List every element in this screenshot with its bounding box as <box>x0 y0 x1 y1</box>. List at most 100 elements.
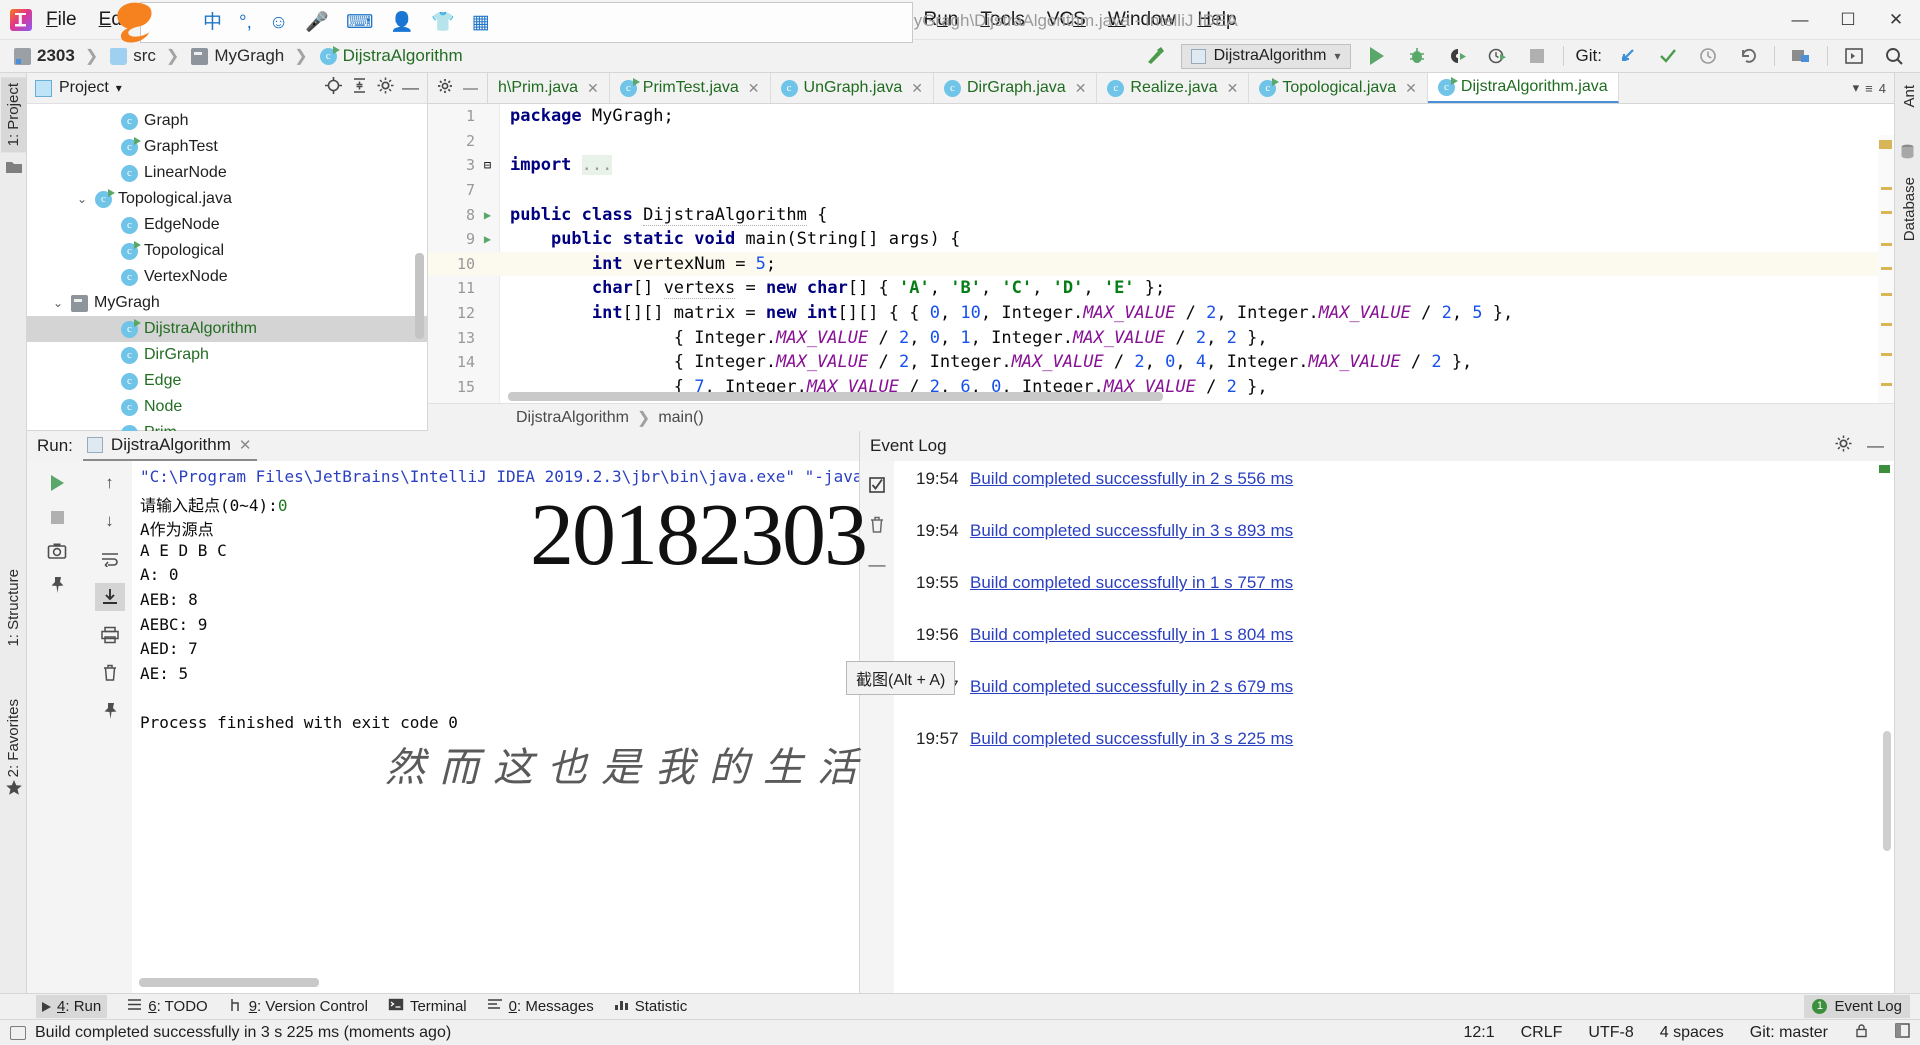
toolwindow-button-statistic[interactable]: Statistic <box>614 998 687 1015</box>
run-anything-button[interactable] <box>1840 43 1868 69</box>
sidebar-item-project[interactable]: 1: Project <box>1 77 26 153</box>
toolwindow-button-event-log[interactable]: 1 Event Log <box>1804 995 1910 1018</box>
close-icon[interactable]: ✕ <box>1227 80 1239 97</box>
sogou-ime-toolbar[interactable]: 中 °, ☺ 🎤 ⌨ 👤 👕 ▦ <box>140 2 913 43</box>
build-button[interactable] <box>1141 43 1169 69</box>
clear-log-icon[interactable] <box>862 511 892 539</box>
tree-item[interactable]: c Graph <box>27 108 427 134</box>
run-gutter-icon[interactable]: ▶ <box>475 232 500 246</box>
fold-icon[interactable]: ⊟ <box>475 158 500 172</box>
commit-button[interactable] <box>1654 43 1682 69</box>
run-side-toolbar-left[interactable] <box>27 461 87 993</box>
console-horizontal-scrollbar[interactable] <box>139 978 319 987</box>
event-log-entries[interactable]: 19:54 Build completed successfully in 2 s… <box>894 461 1894 993</box>
toolbox-icon[interactable]: ▦ <box>472 13 490 32</box>
close-button[interactable]: ✕ <box>1872 0 1920 40</box>
log-entry[interactable]: 19:54 Build completed successfully in 3 s… <box>916 521 1894 573</box>
editor-marker-bar[interactable] <box>1878 135 1894 431</box>
marker[interactable] <box>1881 323 1892 326</box>
line-separator[interactable]: CRLF <box>1521 1024 1563 1042</box>
database-icon[interactable] <box>1899 143 1917 161</box>
tree-item[interactable]: c Edge <box>27 368 427 394</box>
update-project-button[interactable] <box>1614 43 1642 69</box>
marker[interactable] <box>1881 267 1892 270</box>
marker[interactable] <box>1881 293 1892 296</box>
structure-crumb-method[interactable]: main() <box>658 409 703 427</box>
marker[interactable] <box>1879 140 1892 149</box>
run-configuration-selector[interactable]: DijstraAlgorithm ▾ <box>1180 43 1351 69</box>
menu-help[interactable]: Help <box>1197 9 1236 31</box>
log-settings-icon[interactable]: — <box>862 551 892 579</box>
toolwindow-button-run[interactable]: 4: Run <box>36 995 108 1018</box>
rerun-button[interactable] <box>42 469 72 497</box>
editor-tab-tools[interactable]: — <box>428 73 488 103</box>
sidebar-item-ant[interactable]: Ant <box>1897 79 1920 114</box>
marker[interactable] <box>1881 243 1892 246</box>
log-entry[interactable]: 19:56 Build completed successfully in 1 s… <box>916 625 1894 677</box>
gear-icon[interactable] <box>437 78 453 99</box>
toolwindow-bar-right[interactable]: 1 Event Log <box>1804 995 1920 1018</box>
profiler-button[interactable] <box>1483 43 1511 69</box>
file-encoding[interactable]: UTF-8 <box>1588 1024 1633 1042</box>
skin-icon[interactable]: 👕 <box>431 13 455 32</box>
stop-button[interactable] <box>42 503 72 531</box>
locate-file-icon[interactable] <box>324 76 343 100</box>
breadcrumb-item-module[interactable]: 2303 ❯ <box>10 46 106 66</box>
mark-read-icon[interactable] <box>862 471 892 499</box>
tree-item[interactable]: ⌄ c Topological.java <box>27 186 427 212</box>
tab-topological-java[interactable]: c Topological.java ✕ <box>1249 73 1428 103</box>
run-side-toolbar-right[interactable]: ↑ ↓ <box>87 461 132 993</box>
code-editor[interactable]: 1 package MyGragh; 2 3 ⊟ import ... 7 8 ▶ pub… <box>428 104 1894 431</box>
menu-file[interactable]: File <box>46 9 77 31</box>
status-info-icon[interactable] <box>10 1025 26 1040</box>
log-message[interactable]: Build completed successfully in 1 s 804 … <box>970 625 1293 645</box>
run-button[interactable] <box>1363 43 1391 69</box>
stop-button[interactable] <box>1523 43 1551 69</box>
collapse-all-icon[interactable] <box>350 76 369 100</box>
scroll-to-end-button[interactable] <box>94 583 125 611</box>
tab-dirgraph-java[interactable]: c DirGraph.java ✕ <box>934 73 1098 103</box>
indent-setting[interactable]: 4 spaces <box>1660 1024 1724 1042</box>
marker[interactable] <box>1881 187 1892 190</box>
git-branch[interactable]: Git: master <box>1750 1024 1828 1042</box>
log-message[interactable]: Build completed successfully in 2 s 679 … <box>970 677 1293 697</box>
breadcrumb-item-package[interactable]: MyGragh ❯ <box>187 46 315 66</box>
tree-item-mygragh[interactable]: ⌄ MyGragh <box>27 290 427 316</box>
tab-realize-java[interactable]: c Realize.java ✕ <box>1097 73 1250 103</box>
toolwindow-button-messages[interactable]: 0: Messages <box>487 998 594 1015</box>
voice-input-icon[interactable]: 🎤 <box>305 13 329 32</box>
minimize-button[interactable]: — <box>1776 0 1824 40</box>
log-entry[interactable]: 19:57 Build completed successfully in 3 s… <box>916 729 1894 781</box>
toolwindow-button-version-control[interactable]: 9: Version Control <box>228 998 368 1016</box>
run-tab-dijstraalgorithm[interactable]: DijstraAlgorithm ✕ <box>82 431 258 461</box>
menu-window[interactable]: Window <box>1108 9 1176 31</box>
close-icon[interactable]: ✕ <box>1075 80 1087 97</box>
chevron-down-icon[interactable]: ⌄ <box>75 192 89 206</box>
tree-item[interactable]: c GraphTest <box>27 134 427 160</box>
user-icon[interactable]: 👤 <box>390 13 414 32</box>
soft-keyboard-icon[interactable]: ⌨ <box>346 13 373 32</box>
close-icon[interactable]: ✕ <box>911 80 923 97</box>
tab-primtest-java[interactable]: c PrimTest.java ✕ <box>610 73 771 103</box>
caret-position[interactable]: 12:1 <box>1463 1024 1494 1042</box>
editor-tab-bar[interactable]: — h\Prim.java ✕ c PrimTest.java ✕ c UnGraph.… <box>428 73 1894 104</box>
chevron-down-icon[interactable]: ⌄ <box>51 296 65 310</box>
sidebar-item-database[interactable]: Database <box>1897 171 1920 247</box>
tree-item[interactable]: c Topological <box>27 238 427 264</box>
window-controls[interactable]: — ☐ ✕ <box>1776 0 1920 40</box>
chinese-mode-icon[interactable]: 中 <box>203 13 222 32</box>
marker[interactable] <box>1881 211 1892 214</box>
tab-count-icon[interactable]: ≡ <box>1865 81 1873 96</box>
punctuation-icon[interactable]: °, <box>239 13 252 32</box>
sidebar-item-structure[interactable]: 1: Structure <box>1 563 26 653</box>
menu-tools[interactable]: Tools <box>980 9 1024 31</box>
chevron-down-icon[interactable]: ▾ <box>1335 49 1341 63</box>
log-entry[interactable]: 19:54 Build completed successfully in 2 s… <box>916 469 1894 521</box>
structure-folder-icon[interactable] <box>5 159 23 177</box>
tab-prim-java[interactable]: h\Prim.java ✕ <box>488 73 610 103</box>
pin-button[interactable] <box>95 697 125 725</box>
tree-item[interactable]: c EdgeNode <box>27 212 427 238</box>
maximize-button[interactable]: ☐ <box>1824 0 1872 40</box>
editor-tab-overflow[interactable]: ▾ ≡ 4 <box>1845 73 1894 103</box>
history-button[interactable] <box>1694 43 1722 69</box>
